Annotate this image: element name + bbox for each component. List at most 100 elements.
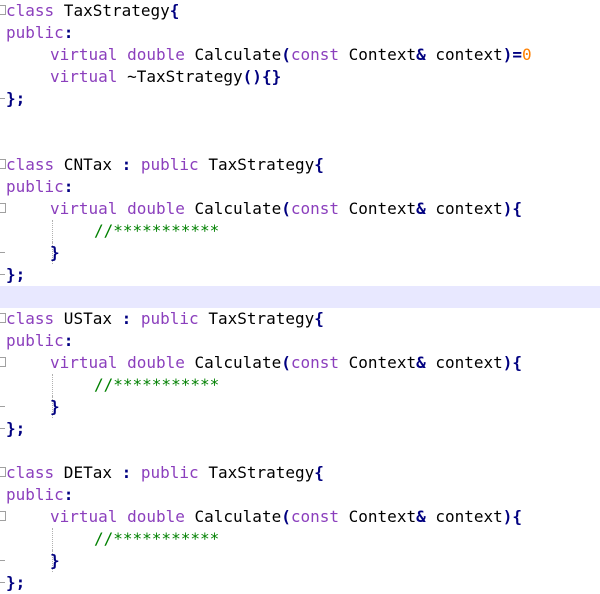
token-kw: virtual <box>50 45 118 64</box>
token-kw: virtual <box>50 67 118 86</box>
token-id: Calculate <box>184 507 282 526</box>
token-kw: virtual <box>50 353 118 372</box>
token-punct: & <box>416 353 426 372</box>
code-line[interactable]: class TaxStrategy{ <box>0 0 600 22</box>
code-line[interactable]: } <box>0 396 600 418</box>
code-line[interactable]: public: <box>0 330 600 352</box>
token-type: double <box>127 199 185 218</box>
code-text: virtual double Calculate(const Context& … <box>50 44 532 66</box>
token-kw: public <box>6 23 64 42</box>
token-punct: : <box>121 155 132 174</box>
token-id <box>131 463 141 482</box>
token-punct: : <box>121 309 132 328</box>
token-id: USTax <box>54 309 122 328</box>
code-text: }; <box>6 572 25 594</box>
code-text: class CNTax : public TaxStrategy{ <box>6 154 324 176</box>
token-kw: public <box>6 485 64 504</box>
token-id: TaxStrategy <box>198 463 315 482</box>
token-id: CNTax <box>54 155 122 174</box>
token-punct: { <box>314 155 324 174</box>
code-line[interactable] <box>0 132 600 154</box>
code-line[interactable]: class CNTax : public TaxStrategy{ <box>0 154 600 176</box>
token-punct: }; <box>6 89 26 108</box>
token-id <box>117 507 127 526</box>
token-id: context <box>425 353 503 372</box>
code-line[interactable] <box>0 110 600 132</box>
token-id <box>131 155 141 174</box>
code-editor[interactable]: class TaxStrategy{public: virtual double … <box>0 0 600 593</box>
code-line[interactable]: virtual ~TaxStrategy(){} <box>0 66 600 88</box>
code-text: }; <box>6 418 25 440</box>
token-punct: { <box>314 309 324 328</box>
code-line[interactable]: public: <box>0 484 600 506</box>
token-kw: const <box>290 199 340 218</box>
indent-guide <box>52 528 53 550</box>
fold-end-marker <box>0 274 5 275</box>
code-line[interactable] <box>0 440 600 462</box>
token-kw: virtual <box>50 507 118 526</box>
code-line[interactable]: }; <box>0 88 600 110</box>
token-type: double <box>127 507 185 526</box>
code-text: class TaxStrategy{ <box>6 0 179 22</box>
token-kw: class <box>6 309 55 328</box>
code-text: class USTax : public TaxStrategy{ <box>6 308 324 330</box>
code-text: //*********** <box>94 528 219 550</box>
token-kw: virtual <box>50 199 118 218</box>
indent-guide <box>52 374 53 396</box>
code-line[interactable]: //*********** <box>0 220 600 242</box>
token-id: TaxStrategy <box>198 309 315 328</box>
code-line[interactable]: //*********** <box>0 528 600 550</box>
token-id: Context <box>339 353 417 372</box>
code-text: }; <box>6 264 25 286</box>
code-text: virtual double Calculate(const Context& … <box>50 506 522 528</box>
token-comment: //*********** <box>94 221 220 240</box>
token-kw: const <box>290 45 340 64</box>
token-punct: : <box>63 177 74 196</box>
code-text: } <box>50 242 60 264</box>
token-id: Context <box>339 45 417 64</box>
code-text: virtual double Calculate(const Context& … <box>50 352 522 374</box>
current-line[interactable] <box>0 286 600 308</box>
token-id: Calculate <box>184 199 282 218</box>
token-punct: ){ <box>502 507 523 526</box>
code-line[interactable]: virtual double Calculate(const Context& … <box>0 44 600 66</box>
token-kw: public <box>6 177 64 196</box>
code-line[interactable]: //*********** <box>0 374 600 396</box>
token-id <box>117 353 127 372</box>
token-id: DETax <box>54 463 122 482</box>
token-kw: public <box>140 309 199 328</box>
token-id: Calculate <box>184 45 282 64</box>
code-line[interactable]: virtual double Calculate(const Context& … <box>0 198 600 220</box>
fold-toggle-icon[interactable] <box>0 357 6 367</box>
token-punct: { <box>169 1 180 20</box>
code-line[interactable]: } <box>0 242 600 264</box>
token-type: double <box>127 45 185 64</box>
token-id: TaxStrategy <box>54 1 170 20</box>
token-punct: } <box>50 243 60 262</box>
code-text: //*********** <box>94 374 219 396</box>
token-id: Calculate <box>184 353 282 372</box>
code-line[interactable]: class DETax : public TaxStrategy{ <box>0 462 600 484</box>
code-text: //*********** <box>94 220 219 242</box>
token-punct: ( <box>281 45 291 64</box>
token-punct: ( <box>281 199 291 218</box>
fold-end-marker <box>0 98 5 99</box>
token-comment: //*********** <box>94 375 220 394</box>
token-id <box>131 309 141 328</box>
token-punct: }; <box>6 573 26 592</box>
code-line[interactable]: virtual double Calculate(const Context& … <box>0 506 600 528</box>
code-text: public: <box>6 330 73 352</box>
code-line[interactable]: }; <box>0 572 600 594</box>
code-line[interactable]: } <box>0 550 600 572</box>
code-line[interactable]: }; <box>0 418 600 440</box>
token-punct: } <box>50 397 60 416</box>
fold-toggle-icon[interactable] <box>0 203 6 213</box>
code-line[interactable]: class USTax : public TaxStrategy{ <box>0 308 600 330</box>
code-line[interactable]: public: <box>0 22 600 44</box>
token-id: ~TaxStrategy <box>117 67 243 86</box>
code-line[interactable]: public: <box>0 176 600 198</box>
code-line[interactable]: virtual double Calculate(const Context& … <box>0 352 600 374</box>
token-kw: public <box>6 331 64 350</box>
code-line[interactable]: }; <box>0 264 600 286</box>
fold-toggle-icon[interactable] <box>0 511 6 521</box>
